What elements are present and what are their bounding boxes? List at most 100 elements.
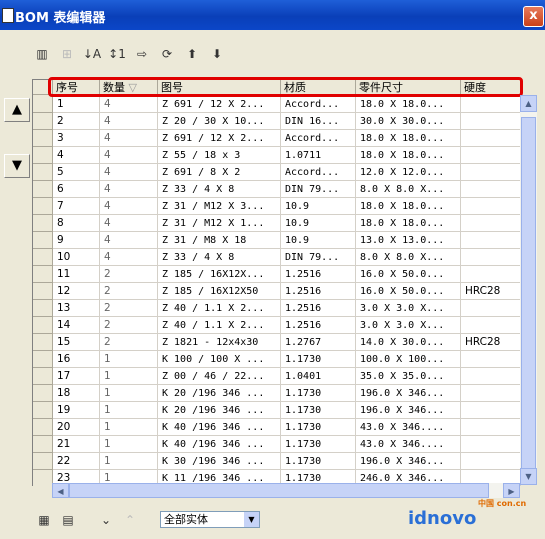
table-cell[interactable]: 4	[100, 130, 158, 147]
table-cell[interactable]: 4	[53, 147, 100, 164]
table-cell[interactable]: K 20 /196 346 ...	[158, 385, 281, 402]
table-cell[interactable]: 10.9	[281, 198, 356, 215]
column-header-hardness[interactable]: 硬度	[461, 80, 521, 95]
download-user-icon[interactable]: ⬇	[207, 44, 227, 64]
chevron-down-icon[interactable]: ▼	[244, 512, 259, 527]
table-cell[interactable]: K 20 /196 346 ...	[158, 402, 281, 419]
table-row[interactable]: 12 2 Z 185 / 16X12X50 1.2516 16.0 X 50.0... H…	[33, 283, 521, 300]
table-cell[interactable]: Z 691 / 8 X 2	[158, 164, 281, 181]
table-cell[interactable]: Accord...	[281, 96, 356, 113]
table-cell[interactable]: 14	[53, 317, 100, 334]
move-up-button[interactable]: ▲	[4, 98, 30, 122]
table-row[interactable]: 34Z 691 / 12 X 2... Accord... 18.0 X 18.0.…	[33, 130, 521, 147]
table-cell[interactable]	[461, 300, 521, 317]
table-cell[interactable]	[461, 385, 521, 402]
vertical-scroll-thumb[interactable]	[521, 117, 536, 469]
table-cell[interactable]: Z 691 / 12 X 2...	[158, 130, 281, 147]
table-cell[interactable]: Z 20 / 30 X 10...	[158, 113, 281, 130]
table-cell[interactable]: 12.0 X 12.0...	[356, 164, 461, 181]
horizontal-scroll-thumb[interactable]	[69, 483, 489, 498]
table-cell[interactable]	[461, 453, 521, 470]
table-cell[interactable]: 1.2516	[281, 283, 356, 300]
table-cell[interactable]: 2	[100, 334, 158, 351]
table-row[interactable]: 22 1 K 30 /196 346 ... 1.1730 196.0 X 346...	[33, 453, 521, 470]
table-cell[interactable]	[461, 232, 521, 249]
table-row[interactable]: 94Z 31 / M8 X 18 10.9 13.0 X 13.0...	[33, 232, 521, 249]
table-cell[interactable]: 17	[53, 368, 100, 385]
table-cell[interactable]: 6	[53, 181, 100, 198]
table-cell[interactable]: 13	[53, 300, 100, 317]
table-cell[interactable]: HRC28	[461, 283, 521, 300]
table-cell[interactable]: 4	[100, 215, 158, 232]
table-cell[interactable]: 1.1730	[281, 436, 356, 453]
table-cell[interactable]	[461, 402, 521, 419]
table-cell[interactable]: 1.1730	[281, 453, 356, 470]
table-cell[interactable]: 13.0 X 13.0...	[356, 232, 461, 249]
table-cell[interactable]	[461, 198, 521, 215]
table-cell[interactable]: DIN 79...	[281, 181, 356, 198]
table-cell[interactable]: 20	[53, 419, 100, 436]
scroll-down-icon[interactable]: ▼	[520, 468, 537, 485]
table-cell[interactable]: 1	[100, 453, 158, 470]
table-cell[interactable]: 2	[100, 300, 158, 317]
table-cell[interactable]	[461, 164, 521, 181]
table-row[interactable]: 84Z 31 / M12 X 1... 10.9 18.0 X 18.0...	[33, 215, 521, 232]
table-cell[interactable]: Z 40 / 1.1 X 2...	[158, 300, 281, 317]
table-cell[interactable]: Z 185 / 16X12X50	[158, 283, 281, 300]
table-cell[interactable]: 2	[100, 317, 158, 334]
table-cell[interactable]: Z 33 / 4 X 8	[158, 181, 281, 198]
column-header-drawing-number[interactable]: 图号	[158, 80, 281, 95]
table-cell[interactable]: 10.9	[281, 232, 356, 249]
table-row[interactable]: 20 1 K 40 /196 346 ... 1.1730 43.0 X 346....	[33, 419, 521, 436]
table-cell[interactable]: 8.0 X 8.0 X...	[356, 249, 461, 266]
table-cell[interactable]: 8.0 X 8.0 X...	[356, 181, 461, 198]
table-cell[interactable]: Accord...	[281, 164, 356, 181]
table-cell[interactable]	[461, 368, 521, 385]
table-cell[interactable]: 16	[53, 351, 100, 368]
table-row[interactable]: 14 2 Z 40 / 1.1 X 2... 1.2516 3.0 X 3.0 X...	[33, 317, 521, 334]
table-cell[interactable]: Z 00 / 46 / 22...	[158, 368, 281, 385]
table-cell[interactable]	[461, 249, 521, 266]
table-cell[interactable]: HRC28	[461, 334, 521, 351]
table-cell[interactable]: 18.0 X 18.0...	[356, 147, 461, 164]
table-cell[interactable]: 21	[53, 436, 100, 453]
collapse-up-icon[interactable]: ⌃	[120, 511, 140, 529]
table-cell[interactable]: 19	[53, 402, 100, 419]
table-cell[interactable]: 1.0711	[281, 147, 356, 164]
table-cell[interactable]: Z 1821 - 12x4x30	[158, 334, 281, 351]
table-cell[interactable]	[461, 419, 521, 436]
table-row[interactable]: 19 1 K 20 /196 346 ... 1.1730 196.0 X 346...	[33, 402, 521, 419]
table-cell[interactable]	[461, 266, 521, 283]
table-cell[interactable]: Z 40 / 1.1 X 2...	[158, 317, 281, 334]
table-cell[interactable]: Z 185 / 16X12X...	[158, 266, 281, 283]
table-cell[interactable]: 2	[100, 283, 158, 300]
table-cell[interactable]: 9	[53, 232, 100, 249]
table-cell[interactable]	[461, 436, 521, 453]
column-header-material[interactable]: 材质	[281, 80, 356, 95]
table-cell[interactable]: Z 55 / 18 x 3	[158, 147, 281, 164]
table-cell[interactable]: DIN 79...	[281, 249, 356, 266]
table-cell[interactable]	[461, 147, 521, 164]
table-row[interactable]: 54Z 691 / 8 X 2 Accord... 12.0 X 12.0...	[33, 164, 521, 181]
table-cell[interactable]: 196.0 X 346...	[356, 453, 461, 470]
column-header-part-size[interactable]: 零件尺寸	[356, 80, 461, 95]
table-cell[interactable]: Z 691 / 12 X 2...	[158, 96, 281, 113]
sort-numbers-icon[interactable]: ↕1	[107, 44, 127, 64]
table-cell[interactable]	[461, 317, 521, 334]
table-cell[interactable]: Z 33 / 4 X 8	[158, 249, 281, 266]
table-cell[interactable]: Z 31 / M8 X 18	[158, 232, 281, 249]
table-cell[interactable]: 1	[53, 96, 100, 113]
table-row[interactable]: 18 1 K 20 /196 346 ... 1.1730 196.0 X 346...	[33, 385, 521, 402]
table-cell[interactable]: 1	[100, 419, 158, 436]
table-cell[interactable]: 2	[53, 113, 100, 130]
table-cell[interactable]: 18.0 X 18.0...	[356, 198, 461, 215]
table-cell[interactable]: K 40 /196 346 ...	[158, 419, 281, 436]
scroll-up-icon[interactable]: ▲	[520, 95, 537, 112]
table-row[interactable]: 17 1 Z 00 / 46 / 22... 1.0401 35.0 X 35.0...	[33, 368, 521, 385]
table-cell[interactable]: 10	[53, 249, 100, 266]
table-row[interactable]: 15 2 Z 1821 - 12x4x30 1.2767 14.0 X 30.0... H…	[33, 334, 521, 351]
table-cell[interactable]: 1	[100, 385, 158, 402]
table-cell[interactable]: 1.1730	[281, 351, 356, 368]
table-cell[interactable]: 4	[100, 198, 158, 215]
table-row[interactable]: 14Z 691 / 12 X 2... Accord... 18.0 X 18.0.…	[33, 96, 521, 113]
